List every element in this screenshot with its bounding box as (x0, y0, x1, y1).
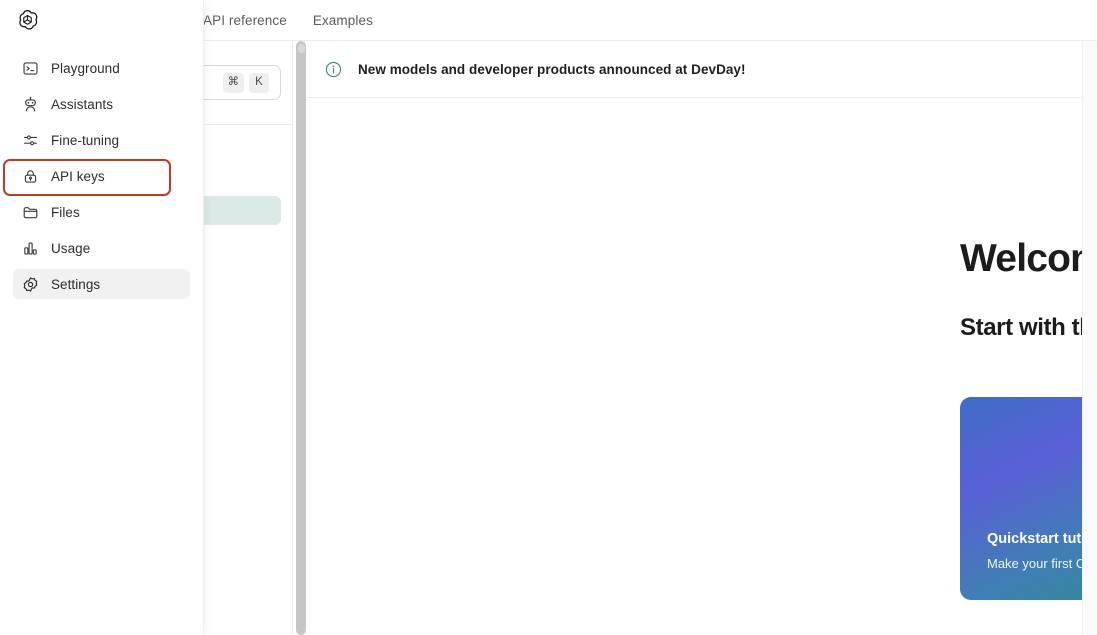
terminal-icon (21, 59, 39, 77)
sidebar-item-label: Settings (51, 276, 101, 292)
sidebar-item-label: Playground (51, 60, 120, 76)
shortcut-letter-key: K (249, 72, 269, 93)
sidebar-panel: Playground Assistants Fine-tuning API ke… (0, 0, 203, 635)
page-title: Welcome (960, 237, 1097, 280)
sidebar-item-settings[interactable]: Settings (13, 269, 190, 299)
openai-logo[interactable] (13, 6, 41, 34)
announcement-banner-text: New models and developer products announ… (358, 61, 746, 77)
card-subtitle: Make your first Cha (987, 556, 1097, 571)
card-title: Quickstart tutor (987, 531, 1096, 547)
sidebar-item-label: Assistants (51, 96, 114, 112)
sidebar-item-usage[interactable]: Usage (13, 233, 190, 263)
sidebar-item-playground[interactable]: Playground (13, 53, 190, 83)
sidebar-item-files[interactable]: Files (13, 197, 190, 227)
sidebar-item-label: API keys (51, 168, 105, 184)
sidebar-item-label: Fine-tuning (51, 132, 120, 148)
robot-icon (21, 95, 39, 113)
sidebar-item-api-keys[interactable]: API keys (13, 161, 190, 191)
quickstart-tutorial-card[interactable]: Quickstart tutor Make your first Cha (960, 397, 1097, 600)
tab-examples[interactable]: Examples (313, 13, 373, 28)
main-content: New models and developer products announ… (307, 41, 1097, 635)
app-root: API reference Examples ⌘ K New models an… (0, 0, 1097, 635)
sidebar-item-label: Usage (51, 240, 91, 256)
sidebar-item-fine-tuning[interactable]: Fine-tuning (13, 125, 190, 155)
scrollbar-thumb-cap (298, 44, 305, 53)
sidebar-item-assistants[interactable]: Assistants (13, 89, 190, 119)
top-nav-links: API reference Examples (203, 13, 373, 28)
tab-api-reference[interactable]: API reference (203, 13, 287, 28)
sliders-icon (21, 131, 39, 149)
info-icon (325, 61, 342, 78)
announcement-banner[interactable]: New models and developer products announ… (307, 41, 1097, 98)
gear-icon (21, 275, 39, 293)
sidebar-item-label: Files (51, 204, 80, 220)
page-scrollbar-thumb[interactable] (296, 41, 306, 635)
bar-chart-icon (21, 239, 39, 257)
page-scrollbar-track[interactable] (1082, 41, 1097, 635)
lock-icon (21, 167, 39, 185)
folder-icon (21, 203, 39, 221)
shortcut-modifier-key: ⌘ (222, 72, 244, 93)
sidebar-nav-list: Playground Assistants Fine-tuning API ke… (0, 53, 203, 305)
section-heading-start: Start with the (960, 314, 1097, 341)
